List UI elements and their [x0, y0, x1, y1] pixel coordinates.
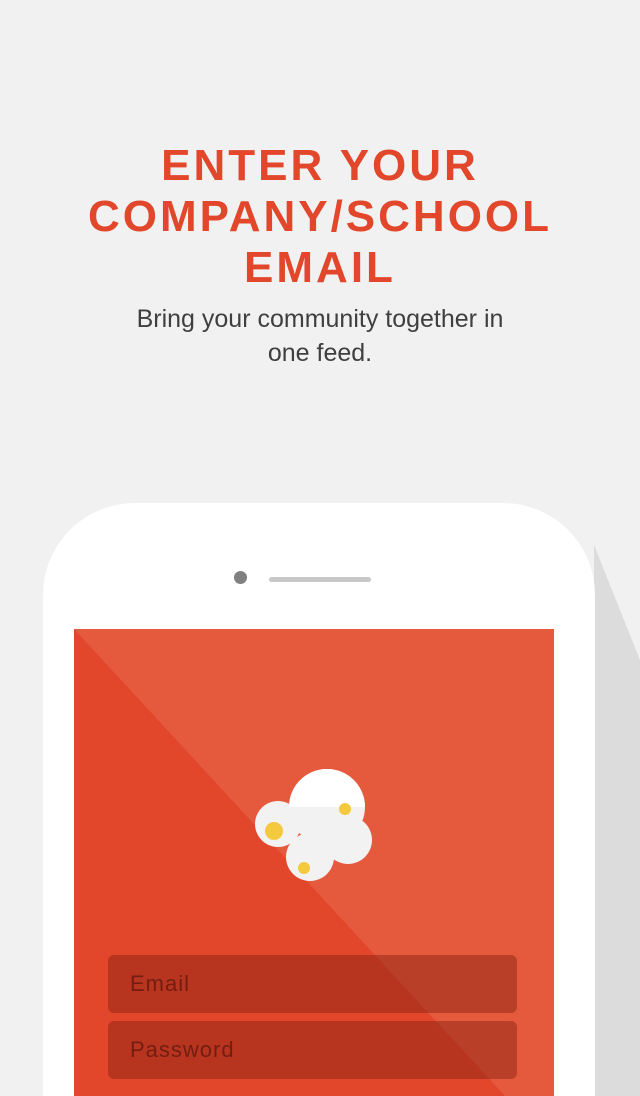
title-line-1: ENTER YOUR [161, 141, 479, 190]
email-placeholder: Email [130, 971, 191, 996]
camera-dot-icon [234, 571, 247, 584]
speaker-slot-icon [269, 577, 371, 582]
title-line-3: EMAIL [244, 243, 396, 292]
phone-screen: Email Password [74, 629, 554, 1096]
page-subtitle: Bring your community together in one fee… [136, 305, 504, 367]
password-placeholder: Password [130, 1037, 235, 1062]
title-line-2: COMPANY/SCHOOL [87, 192, 553, 241]
email-field[interactable]: Email [108, 955, 517, 1013]
password-field[interactable]: Password [108, 1021, 517, 1079]
bubbles-logo-icon [255, 769, 372, 881]
phone-illustration: Email Password [43, 503, 595, 1096]
page-title: ENTER YOUR COMPANY/SCHOOL EMAIL [0, 140, 640, 293]
phone-shadow [594, 545, 640, 1096]
onboarding-page: ENTER YOUR COMPANY/SCHOOL EMAIL Bring yo… [0, 0, 640, 1096]
